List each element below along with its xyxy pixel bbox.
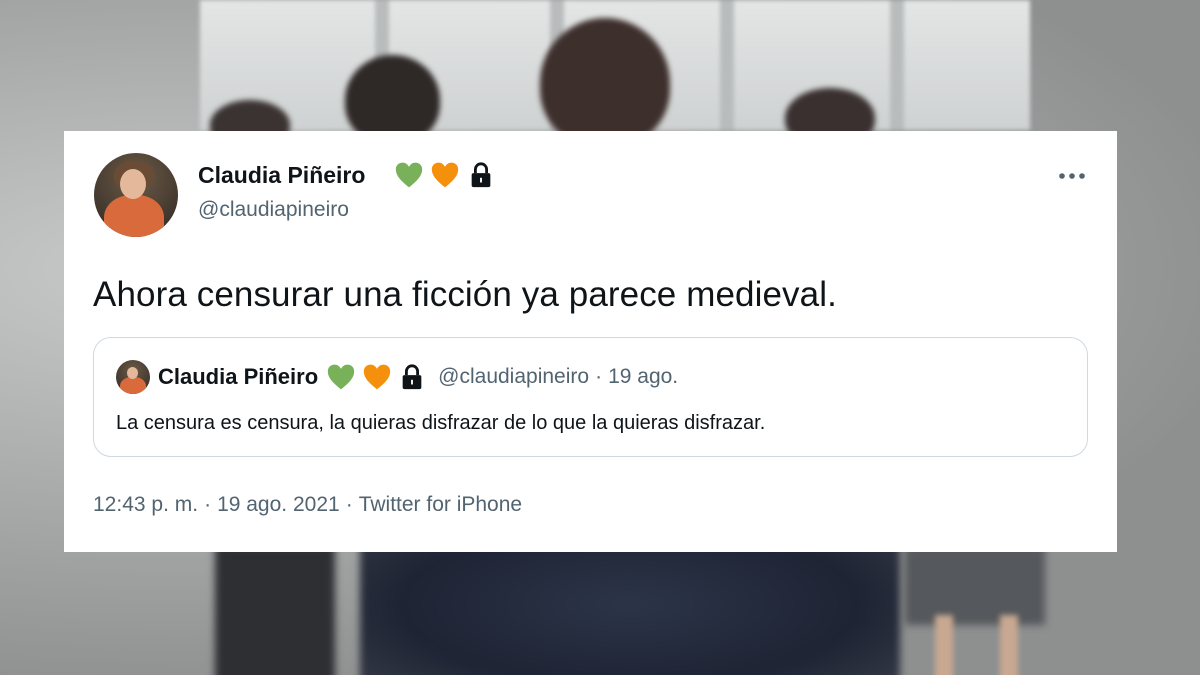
- meta-separator: ·: [204, 493, 212, 516]
- author-name[interactable]: Claudia Piñeiro: [198, 160, 365, 190]
- tweet-metadata: 12:43 p. m. · 19 ago. 2021 · Twitter for…: [93, 491, 522, 519]
- author-handle[interactable]: @claudiapineiro: [198, 196, 349, 224]
- background-person: [935, 615, 953, 675]
- tweet-text: Ahora censurar una ficción ya parece med…: [93, 275, 837, 314]
- background-person: [215, 545, 335, 675]
- quoted-separator: ·: [595, 365, 603, 388]
- quoted-tweet-header: Claudia Piñeiro @claudiapineiro · 19 ago…: [158, 361, 678, 393]
- green-heart-icon: [327, 364, 355, 390]
- tweet-time[interactable]: 12:43 p. m.: [93, 491, 198, 519]
- lock-icon: [402, 364, 422, 390]
- tweet-source[interactable]: Twitter for iPhone: [359, 491, 522, 519]
- quoted-author-name[interactable]: Claudia Piñeiro: [158, 364, 318, 390]
- orange-heart-icon: [431, 162, 459, 188]
- lock-icon: [471, 162, 491, 188]
- author-badges: [394, 160, 496, 190]
- background-person: [540, 18, 670, 148]
- background-person: [360, 540, 900, 675]
- tweet-card: Claudia Piñeiro @claudiapineiro Ahora ce…: [64, 131, 1117, 552]
- quoted-author-avatar[interactable]: [116, 360, 150, 394]
- more-horizontal-icon[interactable]: [1057, 161, 1087, 191]
- background-person: [905, 545, 1045, 625]
- orange-heart-icon: [363, 364, 391, 390]
- tweet-date[interactable]: 19 ago. 2021: [217, 491, 340, 519]
- background-person: [1000, 615, 1018, 675]
- author-avatar[interactable]: [94, 153, 178, 237]
- quoted-author-handle[interactable]: @claudiapineiro: [438, 365, 589, 389]
- quoted-tweet-text: La censura es censura, la quieras disfra…: [116, 412, 766, 434]
- meta-separator: ·: [345, 493, 353, 516]
- quoted-date[interactable]: 19 ago.: [608, 365, 678, 389]
- quoted-tweet[interactable]: Claudia Piñeiro @claudiapineiro · 19 ago…: [93, 337, 1088, 457]
- green-heart-icon: [395, 162, 423, 188]
- quoted-author-badges: [326, 363, 426, 391]
